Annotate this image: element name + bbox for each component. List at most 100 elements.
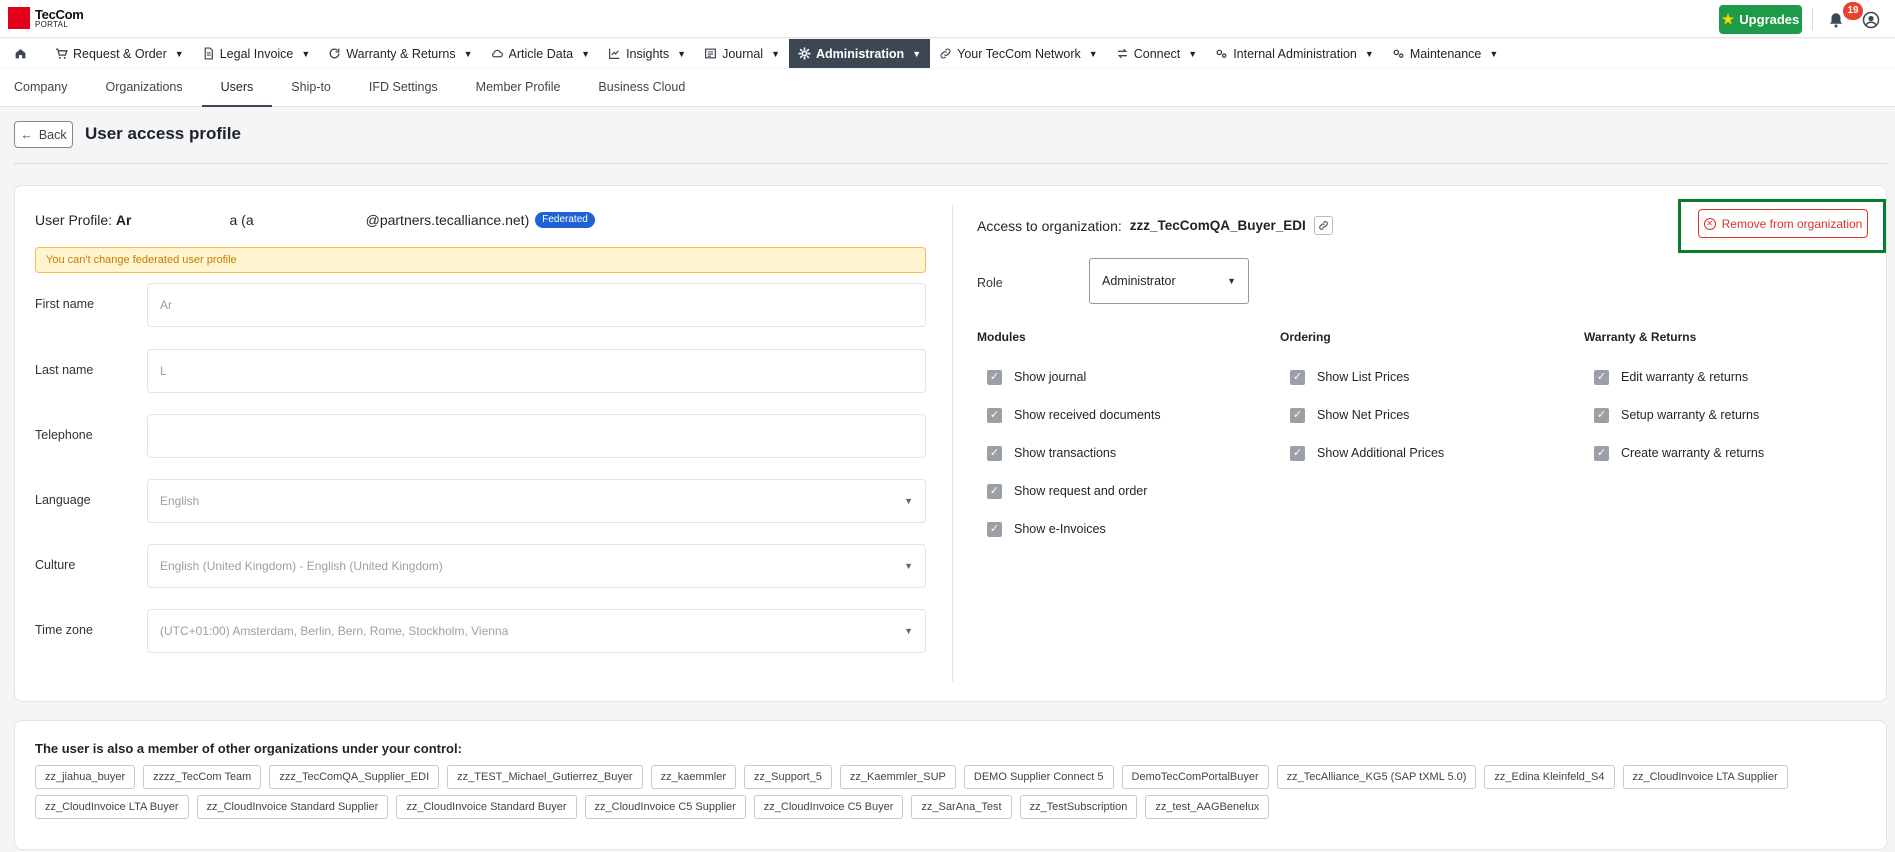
last-name-label: Last name [35,363,94,377]
user-profile-section: User Profile: Ar a (a @partners.tecallianc… [35,210,926,653]
modules-group: Modules ✓ Show journal ✓ Show received doc… [977,330,1161,548]
tab-ifd-settings[interactable]: IFD Settings [350,69,457,106]
checkbox-checked-icon[interactable]: ✓ [1290,407,1305,423]
perm-show-net-prices[interactable]: ✓ Show Net Prices [1280,396,1444,434]
user-account-icon[interactable] [1862,11,1880,29]
organization-chip[interactable]: zz_Edina Kleinfeld_S4 [1484,765,1615,789]
organization-chip[interactable]: zz_CloudInvoice LTA Buyer [35,795,189,819]
nav-request-order[interactable]: Request & Order ▼ [41,39,193,68]
tab-organizations[interactable]: Organizations [87,69,202,106]
role-select[interactable]: Administrator ▼ [1089,258,1249,304]
first-name-field[interactable]: Ar [147,283,926,327]
remove-from-organization-button[interactable]: ✕ Remove from organization [1698,209,1868,238]
first-name-row: First name Ar [35,283,926,327]
nav-home[interactable] [8,39,41,68]
checkbox-checked-icon[interactable]: ✓ [987,407,1002,423]
list-icon [705,48,717,59]
organization-chip[interactable]: zz_Kaemmler_SUP [839,765,956,789]
cloud-icon [491,49,503,58]
main-nav: Request & Order ▼ Legal Invoice ▼ Warranty… [0,39,1895,68]
chevron-down-icon: ▼ [912,48,922,59]
nav-journal[interactable]: Journal ▼ [695,39,789,68]
nav-article-data[interactable]: Article Data ▼ [482,39,600,68]
copy-link-button[interactable] [1313,216,1333,235]
chevron-down-icon: ▼ [301,48,311,59]
checkbox-checked-icon[interactable]: ✓ [1290,445,1305,461]
organization-chip[interactable]: zz_Support_5 [744,765,832,789]
home-icon [15,49,26,59]
teccom-logo[interactable]: TecCom PORTAL [8,7,84,29]
perm-edit-warranty[interactable]: ✓ Edit warranty & returns [1584,358,1764,396]
access-organization-line: Access to organization: zzz_TecComQA_Buy… [977,216,1333,235]
checkbox-checked-icon[interactable]: ✓ [1594,445,1609,461]
perm-show-request-and-order[interactable]: ✓ Show request and order [977,472,1161,510]
time-zone-select[interactable]: (UTC+01:00) Amsterdam, Berlin, Bern, Rom… [147,609,926,653]
nav-legal-invoice[interactable]: Legal Invoice ▼ [193,39,320,68]
star-icon: ★ [1721,11,1735,27]
perm-show-journal[interactable]: ✓ Show journal [977,358,1161,396]
tab-member-profile[interactable]: Member Profile [457,69,580,106]
nav-warranty-returns[interactable]: Warranty & Returns ▼ [319,39,481,68]
perm-show-e-invoices[interactable]: ✓ Show e-Invoices [977,510,1161,548]
nav-maintenance[interactable]: Maintenance ▼ [1383,39,1508,68]
organization-chip[interactable]: DEMO Supplier Connect 5 [963,765,1114,789]
organization-chip[interactable]: zz_kaemmler [650,765,737,789]
logo-mark-icon [8,7,30,29]
chevron-down-icon: ▼ [174,48,184,59]
perm-show-list-prices[interactable]: ✓ Show List Prices [1280,358,1444,396]
organization-chip[interactable]: zz_CloudInvoice Standard Buyer [396,795,577,819]
checkbox-checked-icon[interactable]: ✓ [987,445,1002,461]
tab-company[interactable]: Company [14,69,87,106]
arrow-left-icon: ← [20,127,33,142]
page-title: User access profile [85,124,241,143]
telephone-row: Telephone [35,414,926,458]
perm-show-additional-prices[interactable]: ✓ Show Additional Prices [1280,434,1444,472]
chart-icon [609,48,620,59]
nav-your-teccom-network[interactable]: Your TecCom Network ▼ [930,39,1107,68]
perm-create-warranty[interactable]: ✓ Create warranty & returns [1584,434,1764,472]
nav-connect[interactable]: Connect ▼ [1107,39,1206,68]
tab-business-cloud[interactable]: Business Cloud [579,69,704,106]
perm-show-received-documents[interactable]: ✓ Show received documents [977,396,1161,434]
telephone-field[interactable] [147,414,926,458]
language-select[interactable]: English ▼ [147,479,926,523]
organization-chip[interactable]: zz_CloudInvoice Standard Supplier [196,795,389,819]
checkbox-checked-icon[interactable]: ✓ [987,369,1002,385]
organization-chip[interactable]: zzz_TecComQA_Supplier_EDI [269,765,440,789]
chevron-down-icon: ▼ [1489,48,1499,59]
nav-internal-administration[interactable]: Internal Administration ▼ [1206,39,1383,68]
tab-users[interactable]: Users [201,69,273,107]
back-button[interactable]: ← Back [14,121,73,148]
organization-chip[interactable]: zz_test_AAGBenelux [1145,795,1270,819]
tab-ship-to[interactable]: Ship-to [272,69,350,106]
upgrades-button[interactable]: ★ Upgrades [1719,5,1802,34]
organization-chip[interactable]: zz_TestSubscription [1019,795,1138,819]
role-label: Role [977,276,1003,290]
organization-chip[interactable]: zz_jiahua_buyer [35,765,136,789]
checkbox-checked-icon[interactable]: ✓ [1594,407,1609,423]
checkbox-checked-icon[interactable]: ✓ [1594,369,1609,385]
perm-setup-warranty[interactable]: ✓ Setup warranty & returns [1584,396,1764,434]
organization-chip[interactable]: zz_SarAna_Test [911,795,1012,819]
perm-show-transactions[interactable]: ✓ Show transactions [977,434,1161,472]
organization-chip[interactable]: zz_TecAlliance_KG5 (SAP tXML 5.0) [1276,765,1477,789]
organization-chip[interactable]: zz_CloudInvoice LTA Supplier [1622,765,1788,789]
last-name-field[interactable]: L [147,349,926,393]
gear-icon [798,47,811,60]
organization-chip[interactable]: zz_CloudInvoice C5 Supplier [584,795,746,819]
nav-insights[interactable]: Insights ▼ [599,39,695,68]
close-circle-icon: ✕ [1703,217,1716,230]
checkbox-checked-icon[interactable]: ✓ [987,521,1002,537]
modules-heading: Modules [977,330,1026,344]
nav-administration[interactable]: Administration ▼ [789,39,931,68]
organization-chip[interactable]: zz_TEST_Michael_Gutierrez_Buyer [447,765,643,789]
language-row: Language English ▼ [35,479,926,523]
user-access-card: User Profile: Ar a (a @partners.tecallianc… [14,185,1887,702]
organization-chip[interactable]: DemoTecComPortalBuyer [1121,765,1269,789]
organization-chip[interactable]: zz_CloudInvoice C5 Buyer [753,795,904,819]
culture-select[interactable]: English (United Kingdom) - English (Unit… [147,544,926,588]
checkbox-checked-icon[interactable]: ✓ [987,483,1002,499]
checkbox-checked-icon[interactable]: ✓ [1290,369,1305,385]
organization-chip[interactable]: zzzz_TecCom Team [143,765,262,789]
bell-icon[interactable] [1827,11,1845,29]
